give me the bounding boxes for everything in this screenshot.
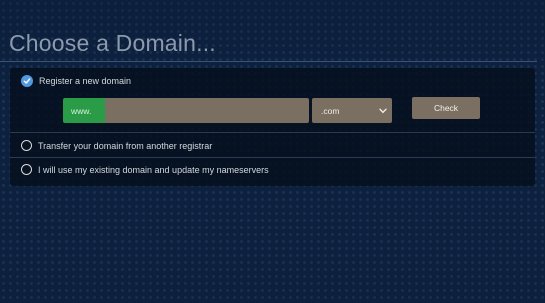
option-divider — [10, 132, 535, 133]
radio-existing-icon[interactable] — [21, 164, 32, 175]
domain-search-row: www. .com — [63, 98, 392, 123]
option-register-domain[interactable]: Register a new domain — [21, 75, 131, 87]
radio-transfer-icon[interactable] — [21, 140, 32, 151]
option-existing-domain[interactable]: I will use my existing domain and update… — [21, 164, 269, 175]
option-divider — [10, 157, 535, 158]
domain-options-panel: Register a new domain www. .com Check Tr… — [10, 68, 535, 186]
option-transfer-label: Transfer your domain from another regist… — [38, 140, 213, 151]
option-transfer-domain[interactable]: Transfer your domain from another regist… — [21, 140, 212, 151]
checkmark-icon — [23, 78, 31, 84]
option-existing-label: I will use my existing domain and update… — [38, 164, 269, 175]
www-prefix: www. — [63, 98, 105, 123]
domain-input[interactable] — [105, 98, 309, 123]
radio-register-checked-icon[interactable] — [21, 75, 33, 87]
chevron-down-icon — [379, 108, 387, 113]
title-divider — [0, 61, 537, 62]
page-title: Choose a Domain... — [9, 30, 216, 56]
tld-select[interactable]: .com — [312, 98, 392, 123]
option-register-label: Register a new domain — [39, 76, 132, 86]
check-button[interactable]: Check — [412, 97, 480, 119]
tld-selected-value: .com — [321, 105, 340, 116]
